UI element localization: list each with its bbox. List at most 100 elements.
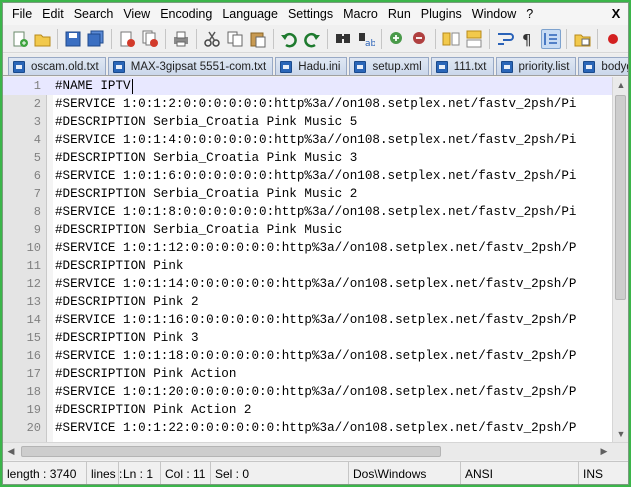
toolbar-separator	[57, 28, 58, 49]
status-lines: lines :	[87, 462, 122, 484]
line-number: 11	[26, 259, 41, 273]
sync-horizontal-button[interactable]	[464, 29, 484, 49]
word-wrap-button[interactable]	[495, 29, 515, 49]
print-button[interactable]	[171, 29, 191, 49]
editor-line[interactable]: 9 #DESCRIPTION Serbia_Croatia Pink Music	[3, 221, 613, 239]
editor-line[interactable]: 17 #DESCRIPTION Pink Action	[3, 365, 613, 383]
menu-settings[interactable]: Settings	[283, 3, 338, 25]
line-text: #SERVICE 1:0:1:22:0:0:0:0:0:0:http%3a//o…	[55, 421, 577, 435]
menu-help[interactable]: ?	[521, 3, 538, 25]
line-number: 3	[33, 115, 41, 129]
record-macro-button[interactable]	[603, 29, 623, 49]
vertical-scroll-thumb[interactable]	[615, 95, 626, 300]
tab-label: setup.xml	[372, 61, 422, 73]
svg-text:ab: ab	[365, 39, 375, 48]
tab-bodygu[interactable]: bodygu	[578, 57, 628, 75]
close-document-icon[interactable]: X	[608, 6, 624, 22]
scroll-right-icon[interactable]: ▶	[596, 443, 612, 459]
editor-line[interactable]: 11 #DESCRIPTION Pink	[3, 257, 613, 275]
editor-line[interactable]: 15 #DESCRIPTION Pink 3	[3, 329, 613, 347]
notepad-window: File Edit Search View Encoding Language Settin…	[2, 2, 629, 485]
editor-line[interactable]: 4 #SERVICE 1:0:1:4:0:0:0:0:0:0:http%3a//o…	[3, 131, 613, 149]
toolbar: ab ¶	[3, 25, 628, 53]
zoom-in-icon	[390, 31, 402, 44]
toolbar-separator	[165, 28, 166, 49]
tab-max-3gipsat-5551-com-txt[interactable]: MAX-3gipsat 5551-com.txt	[107, 57, 274, 75]
tab-priority-list[interactable]: priority.list	[495, 57, 577, 75]
tab-111-txt[interactable]: 111.txt	[430, 57, 494, 75]
new-file-button[interactable]	[9, 29, 29, 49]
menu-encoding[interactable]: Encoding	[155, 3, 217, 25]
editor-line[interactable]: 16 #SERVICE 1:0:1:18:0:0:0:0:0:0:http%3a/…	[3, 347, 613, 365]
sync-vertical-button[interactable]	[441, 29, 461, 49]
scroll-down-icon[interactable]: ▼	[613, 426, 628, 442]
status-encoding: ANSI	[461, 462, 579, 484]
editor-line[interactable]: 10 #SERVICE 1:0:1:12:0:0:0:0:0:0:http%3a/…	[3, 239, 613, 257]
copy-icon	[227, 31, 243, 46]
save-all-button[interactable]	[86, 29, 106, 49]
show-all-chars-button[interactable]: ¶	[518, 29, 538, 49]
folder-as-workspace-button[interactable]	[572, 29, 592, 49]
scroll-up-icon[interactable]: ▲	[613, 77, 628, 93]
find-button[interactable]	[333, 29, 353, 49]
menu-view[interactable]: View	[118, 3, 155, 25]
editor-line[interactable]: 18 #SERVICE 1:0:1:20:0:0:0:0:0:0:http%3a/…	[3, 383, 613, 401]
menu-bar: File Edit Search View Encoding Language Settin…	[3, 3, 628, 25]
line-text: #DESCRIPTION Pink 3	[55, 331, 199, 345]
editor-line[interactable]: 13 #DESCRIPTION Pink 2	[3, 293, 613, 311]
line-text: #DESCRIPTION Pink	[55, 259, 184, 273]
line-number: 4	[33, 133, 41, 147]
close-all-icon	[142, 30, 158, 47]
tab-label: bodygu	[601, 61, 628, 73]
open-file-button[interactable]	[32, 29, 52, 49]
line-text: #SERVICE 1:0:1:20:0:0:0:0:0:0:http%3a//o…	[55, 385, 577, 399]
menu-window[interactable]: Window	[467, 3, 521, 25]
menu-plugins[interactable]: Plugins	[416, 3, 467, 25]
close-all-button[interactable]	[140, 29, 160, 49]
line-number: 1	[33, 79, 41, 93]
editor-line[interactable]: 5 #DESCRIPTION Serbia_Croatia Pink Music …	[3, 149, 613, 167]
close-button[interactable]	[117, 29, 137, 49]
tab-setup-xml[interactable]: setup.xml	[349, 57, 429, 75]
horizontal-scroll-thumb[interactable]	[21, 446, 441, 457]
editor-line[interactable]: 12 #SERVICE 1:0:1:14:0:0:0:0:0:0:http%3a/…	[3, 275, 613, 293]
editor-line[interactable]: 19 #DESCRIPTION Pink Action 2	[3, 401, 613, 419]
copy-button[interactable]	[225, 29, 245, 49]
zoom-out-button[interactable]	[410, 29, 430, 49]
menu-search[interactable]: Search	[69, 3, 119, 25]
editor-line[interactable]: 3 #DESCRIPTION Serbia_Croatia Pink Music …	[3, 113, 613, 131]
horizontal-scrollbar[interactable]: ◀ ▶	[3, 442, 628, 460]
menu-run[interactable]: Run	[383, 3, 416, 25]
menu-language[interactable]: Language	[217, 3, 283, 25]
undo-button[interactable]	[279, 29, 299, 49]
open-file-icon	[34, 34, 51, 46]
line-text: #SERVICE 1:0:1:16:0:0:0:0:0:0:http%3a//o…	[55, 313, 577, 327]
indent-guide-button[interactable]	[541, 28, 561, 49]
menu-macro[interactable]: Macro	[338, 3, 383, 25]
tab-oscam-old-txt[interactable]: oscam.old.txt	[8, 57, 106, 75]
zoom-in-button[interactable]	[387, 29, 407, 49]
editor-line[interactable]: 2 #SERVICE 1:0:1:2:0:0:0:0:0:0:http%3a//o…	[3, 95, 613, 113]
menu-file[interactable]: File	[7, 3, 37, 25]
tab-hadu-ini[interactable]: Hadu.ini	[275, 57, 348, 75]
menu-edit[interactable]: Edit	[37, 3, 69, 25]
cut-button[interactable]	[202, 29, 222, 49]
text-editor[interactable]: 1 #NAME IPTV 2 #SERVICE 1:0:1:2:0:0:0:0:0:0…	[3, 77, 628, 442]
scroll-left-icon[interactable]: ◀	[3, 443, 19, 459]
editor-line[interactable]: 6 #SERVICE 1:0:1:6:0:0:0:0:0:0:http%3a//o…	[3, 167, 613, 185]
replace-button[interactable]: ab	[356, 29, 376, 49]
editor-line[interactable]: 7 #DESCRIPTION Serbia_Croatia Pink Music …	[3, 185, 613, 203]
status-bar: length : 3740 lines : Ln : 1 Col : 11 Se…	[3, 461, 628, 484]
editor-line[interactable]: 8 #SERVICE 1:0:1:8:0:0:0:0:0:0:http%3a//o…	[3, 203, 613, 221]
editor-line[interactable]: 14 #SERVICE 1:0:1:16:0:0:0:0:0:0:http%3a/…	[3, 311, 613, 329]
toolbar-separator	[435, 28, 436, 49]
saved-file-icon	[354, 61, 367, 73]
editor-line[interactable]: 20 #SERVICE 1:0:1:22:0:0:0:0:0:0:http%3a/…	[3, 419, 613, 437]
cut-icon	[204, 31, 220, 47]
redo-button[interactable]	[302, 29, 322, 49]
vertical-scrollbar[interactable]: ▲ ▼	[612, 77, 628, 442]
redo-icon	[304, 32, 320, 47]
editor-line[interactable]: 1 #NAME IPTV	[3, 77, 613, 95]
save-button[interactable]	[63, 29, 83, 49]
paste-button[interactable]	[248, 29, 268, 49]
